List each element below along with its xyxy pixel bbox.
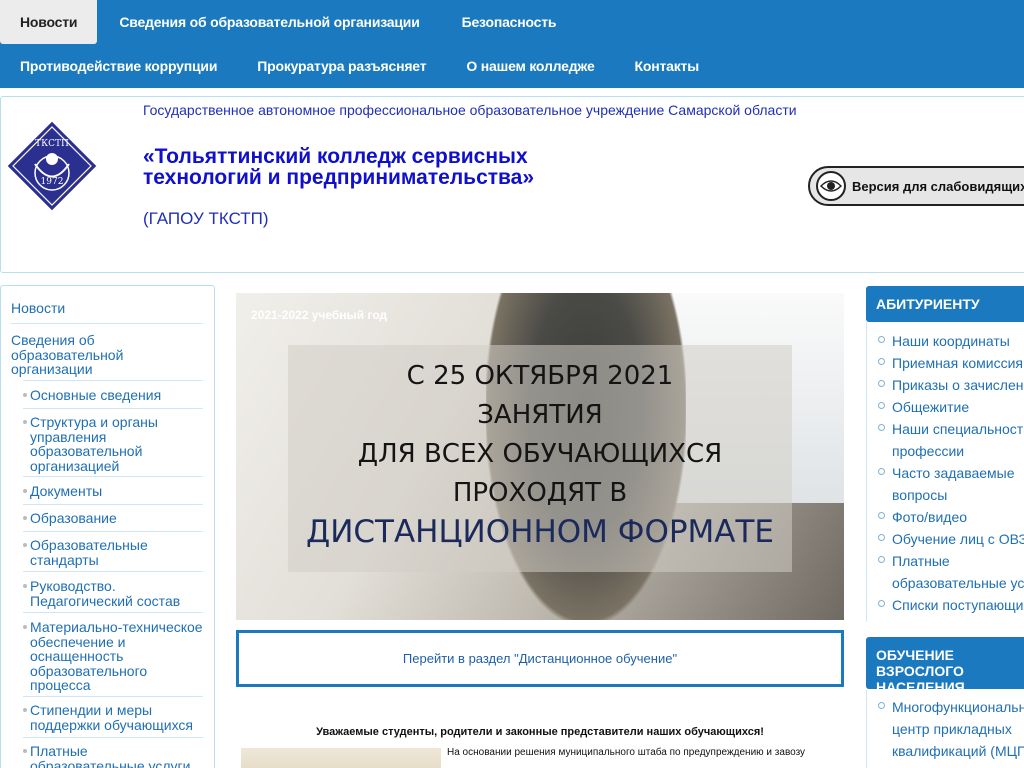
left-menu-structure[interactable]: Структура и органы управления образовате… — [23, 415, 203, 473]
college-logo[interactable]: ТКСТП 1972 — [5, 119, 99, 213]
left-menu-staff[interactable]: Руководство. Педагогический состав — [23, 579, 203, 608]
left-menu-education[interactable]: Образование — [23, 511, 203, 526]
left-menu-org-info[interactable]: Сведения об образовательной организации — [11, 333, 161, 377]
link-multifunctional-center-cont[interactable]: центр прикладных — [892, 718, 1012, 740]
eye-icon — [816, 171, 846, 201]
menu-divider — [23, 571, 203, 572]
link-specialties[interactable]: Наши специальности, — [878, 418, 1024, 440]
nav-news[interactable]: Новости — [0, 0, 98, 44]
link-applicant-lists[interactable]: Списки поступающих — [878, 594, 1024, 616]
applicants-list: Наши координаты Приемная комиссия Приказ… — [866, 322, 1024, 622]
left-menu-news[interactable]: Новости — [11, 301, 65, 316]
link-faq[interactable]: Часто задаваемые — [878, 462, 1015, 484]
link-faq-cont[interactable]: вопросы — [892, 484, 947, 506]
link-enrollment-orders[interactable]: Приказы о зачислении — [877, 374, 1024, 396]
menu-divider — [23, 612, 203, 613]
menu-divider — [23, 696, 203, 697]
banner-line-remote: ДИСТАНЦИОННОМ ФОРМАТЕ — [305, 514, 775, 550]
menu-divider — [11, 323, 203, 324]
left-menu-standards[interactable]: Образовательные стандарты — [23, 538, 203, 567]
nav-contacts[interactable]: Контакты — [615, 44, 719, 88]
nav-prosecutor[interactable]: Прокуратура разъясняет — [237, 44, 446, 88]
menu-divider — [23, 531, 203, 532]
link-dormitory[interactable]: Общежитие — [877, 396, 969, 418]
link-specialties-cont[interactable]: профессии — [892, 440, 964, 462]
adult-education-list: Многофункциональный центр прикладных ква… — [866, 690, 1024, 768]
menu-divider — [23, 408, 203, 409]
link-disabled-education[interactable]: Обучение лиц с ОВЗ — [878, 528, 1024, 550]
left-sidebar-menu: Новости Сведения об образовательной орга… — [0, 285, 215, 768]
banner-line-held: ПРОХОДЯТ В — [452, 478, 628, 508]
site-header: ТКСТП 1972 Государственное автономное пр… — [0, 96, 1024, 273]
college-title-line2: технологий и предпринимательства» — [143, 166, 535, 189]
banner-line-students: ДЛЯ ВСЕХ ОБУЧАЮЩИХСЯ — [357, 439, 723, 469]
college-abbreviation: (ГАПОУ ТКСТП) — [143, 209, 269, 228]
notice-thumbnail — [241, 748, 441, 768]
top-navigation: Новости Сведения об образовательной орга… — [0, 0, 1024, 88]
logo-text-top: ТКСТП — [35, 139, 69, 149]
link-multifunctional-center[interactable]: Многофункциональный — [877, 696, 1024, 718]
logo-text-bottom: 1972 — [41, 177, 64, 187]
left-menu-basic-info[interactable]: Основные сведения — [23, 388, 203, 403]
link-multifunctional-center-cont2[interactable]: квалификаций (МЦПК) — [892, 740, 1024, 762]
link-admissions-office[interactable]: Приемная комиссия — [878, 352, 1023, 374]
nav-security[interactable]: Безопасность — [442, 0, 579, 44]
distance-learning-link[interactable]: Перейти в раздел "Дистанционное обучение… — [236, 630, 844, 687]
left-menu-paid-services[interactable]: Платные образовательные услуги — [23, 744, 203, 768]
link-paid-services-cont[interactable]: образовательные услуги — [892, 572, 1024, 594]
logo-emblem-icon: ТКСТП 1972 — [6, 120, 98, 212]
announcement-banner[interactable]: 2021-2022 учебный год С 25 ОКТЯБРЯ 2021 … — [236, 293, 844, 620]
visually-impaired-label: Версия для слабовидящих — [852, 178, 1024, 194]
adult-education-panel-header: ОБУЧЕНИЕ ВЗРОСЛОГО НАСЕЛЕНИЯ — [866, 637, 1024, 695]
menu-divider — [23, 504, 203, 505]
banner-academic-year: 2021-2022 учебный год — [251, 308, 388, 322]
nav-anticorruption[interactable]: Противодействие коррупции — [0, 44, 237, 88]
nav-row-1: Новости Сведения об образовательной орга… — [0, 0, 578, 44]
notice-body-text: На основании решения муниципального штаб… — [447, 747, 806, 758]
banner-line-classes: ЗАНЯТИЯ — [477, 400, 603, 430]
link-paid-services[interactable]: Платные — [878, 550, 950, 572]
org-subtitle: Государственное автономное профессиональ… — [143, 102, 797, 118]
left-menu-documents[interactable]: Документы — [23, 484, 203, 499]
nav-about-college[interactable]: О нашем колледже — [446, 44, 614, 88]
college-title: «Тольяттинский колледж сервисных техноло… — [143, 146, 603, 188]
college-title-line1: «Тольяттинский колледж сервисных — [143, 145, 528, 168]
menu-divider — [23, 476, 203, 477]
banner-headline: С 25 ОКТЯБРЯ 2021 ЗАНЯТИЯ ДЛЯ ВСЕХ ОБУЧА… — [288, 357, 792, 552]
banner-line-date: С 25 ОКТЯБРЯ 2021 — [406, 361, 674, 391]
nav-org-info[interactable]: Сведения об образовательной организации — [99, 0, 441, 44]
link-photo-video[interactable]: Фото/видео — [877, 506, 967, 528]
left-menu-facilities[interactable]: Материально-техническое обеспечение и ос… — [23, 620, 203, 693]
left-menu-scholarships[interactable]: Стипендии и меры поддержки обучающихся — [23, 703, 203, 732]
visually-impaired-version-button[interactable]: Версия для слабовидящих — [808, 166, 1024, 206]
notice-heading: Уважаемые студенты, родители и законные … — [316, 726, 764, 738]
nav-row-2: Противодействие коррупции Прокуратура ра… — [0, 44, 719, 88]
link-our-coordinates[interactable]: Наши координаты — [878, 330, 1010, 352]
applicants-panel-header: АБИТУРИЕНТУ — [866, 286, 1024, 322]
menu-divider — [23, 380, 203, 381]
menu-divider — [23, 737, 203, 738]
